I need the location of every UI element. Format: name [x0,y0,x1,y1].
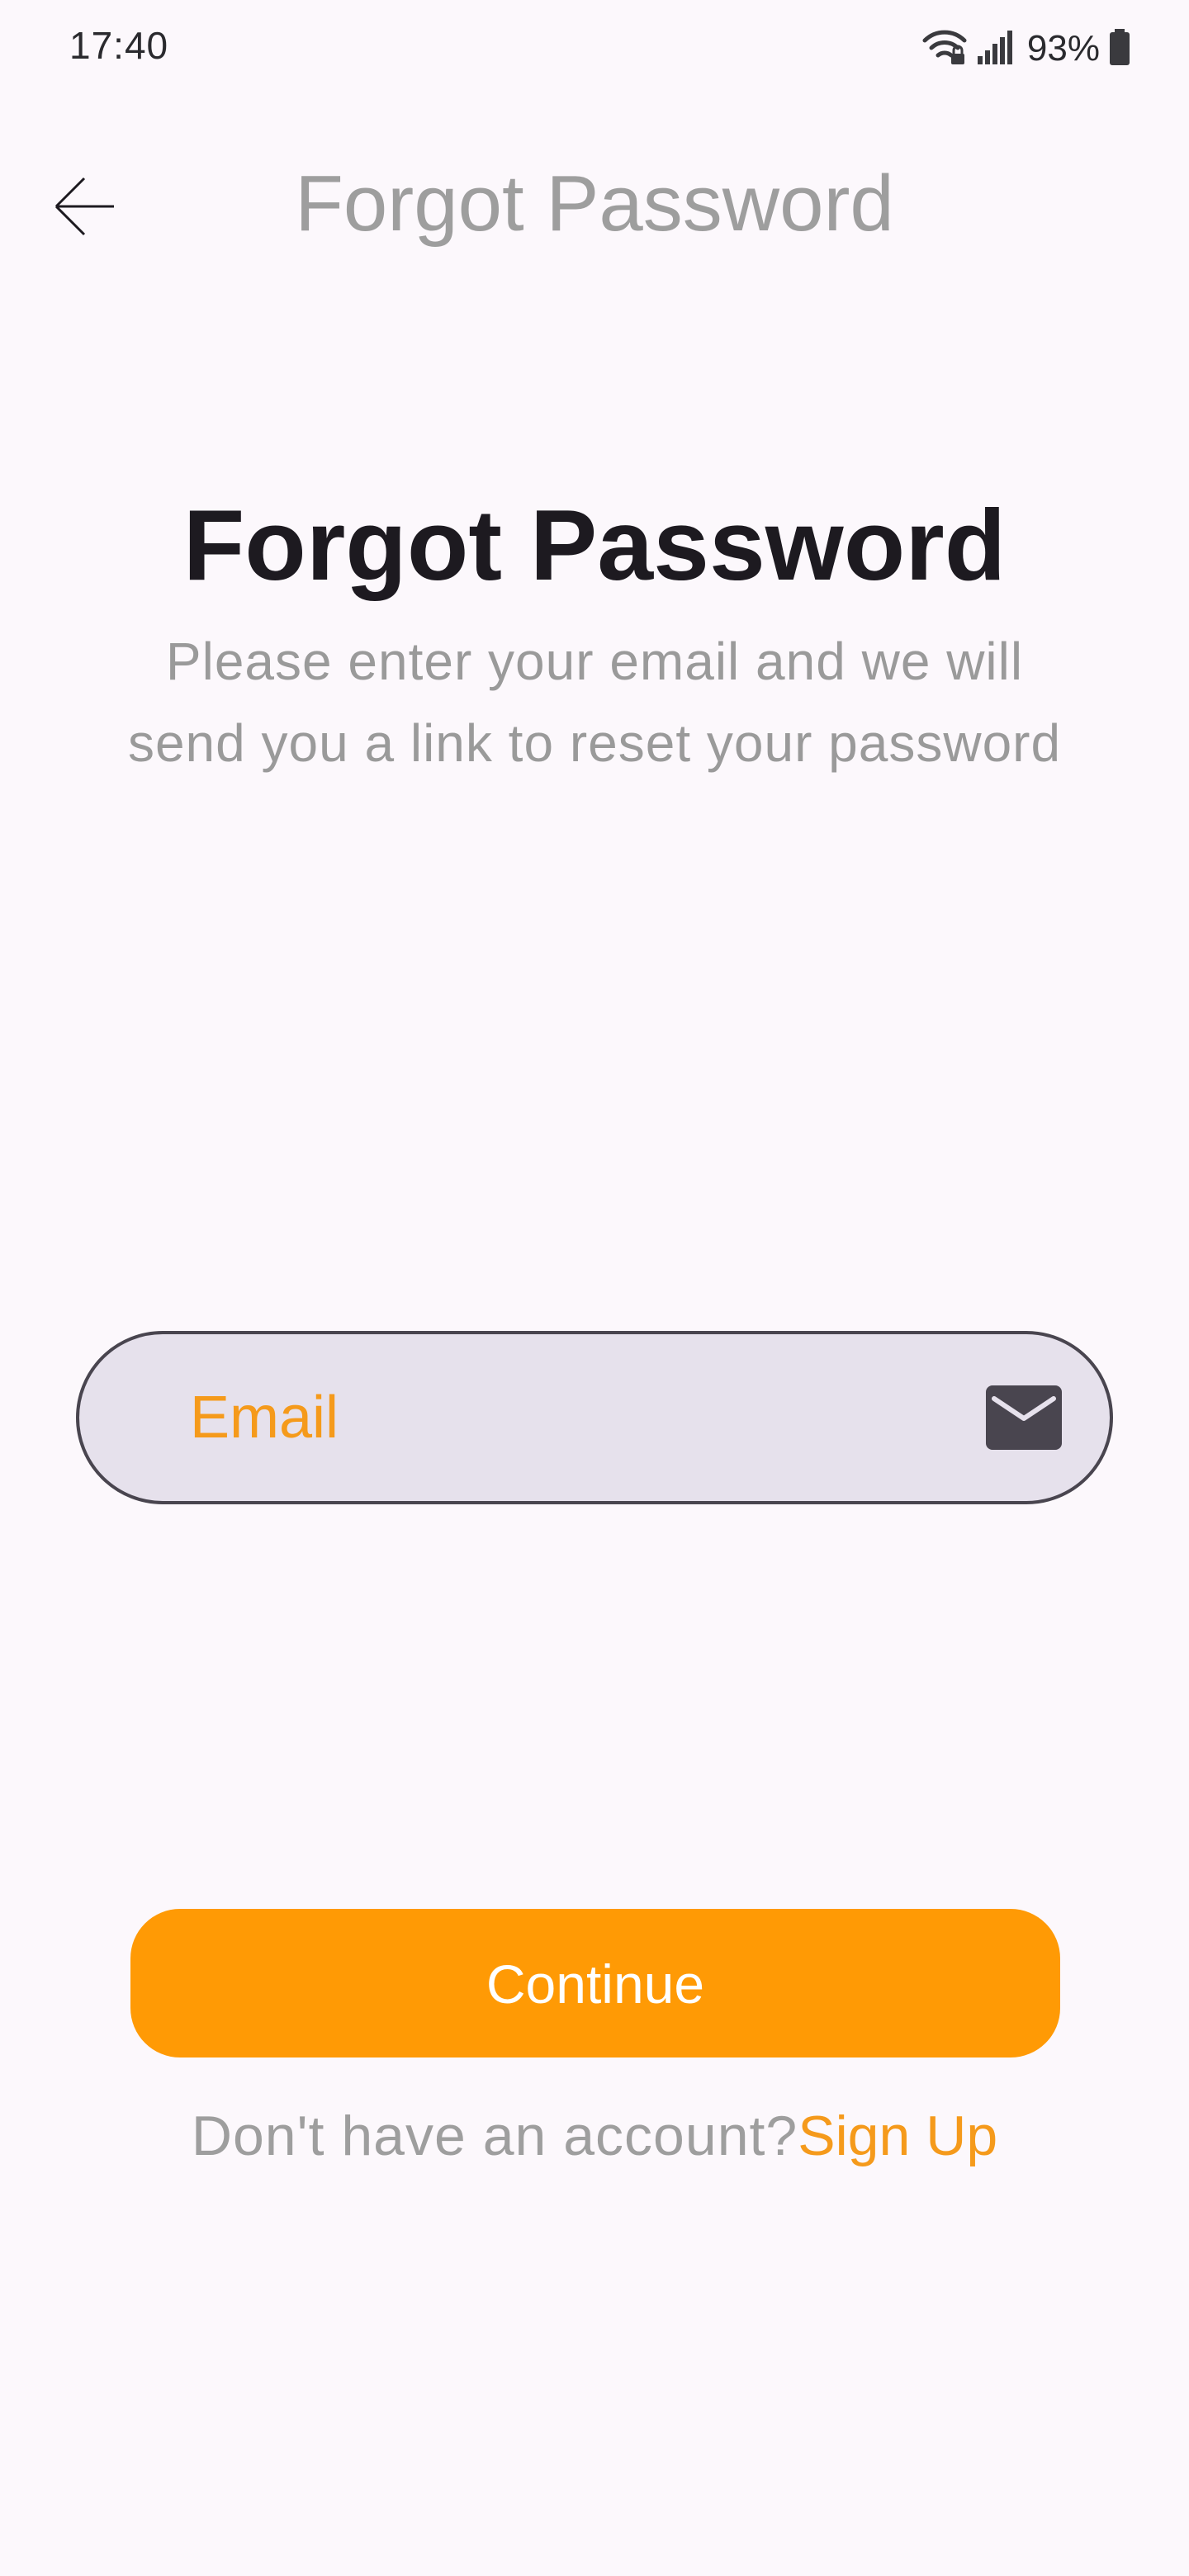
email-placeholder: Email [190,1385,339,1451]
signal-icon [976,28,1014,70]
continue-button[interactable]: Continue [130,1909,1060,2057]
status-bar: 17:40 93% [0,0,1189,99]
page-subtitle: Please enter your email and we will send… [127,632,1062,773]
status-time: 17:40 [69,24,169,67]
status-icons: 93% [921,26,1131,71]
mail-icon [986,1385,1062,1450]
signup-link[interactable]: Sign Up [798,2105,997,2167]
page-title: Forgot Password [182,489,1007,601]
email-field[interactable]: Email [76,1331,1113,1504]
signup-prompt: Don't have an account? [191,2105,798,2167]
battery-icon [1108,28,1131,70]
app-bar-title: Forgot Password [295,159,894,248]
wifi-lock-icon [921,27,968,71]
battery-percentage: 93% [1026,28,1100,69]
signup-row: Don't have an account?Sign Up [0,2104,1189,2168]
app-bar: Forgot Password [0,140,1189,272]
